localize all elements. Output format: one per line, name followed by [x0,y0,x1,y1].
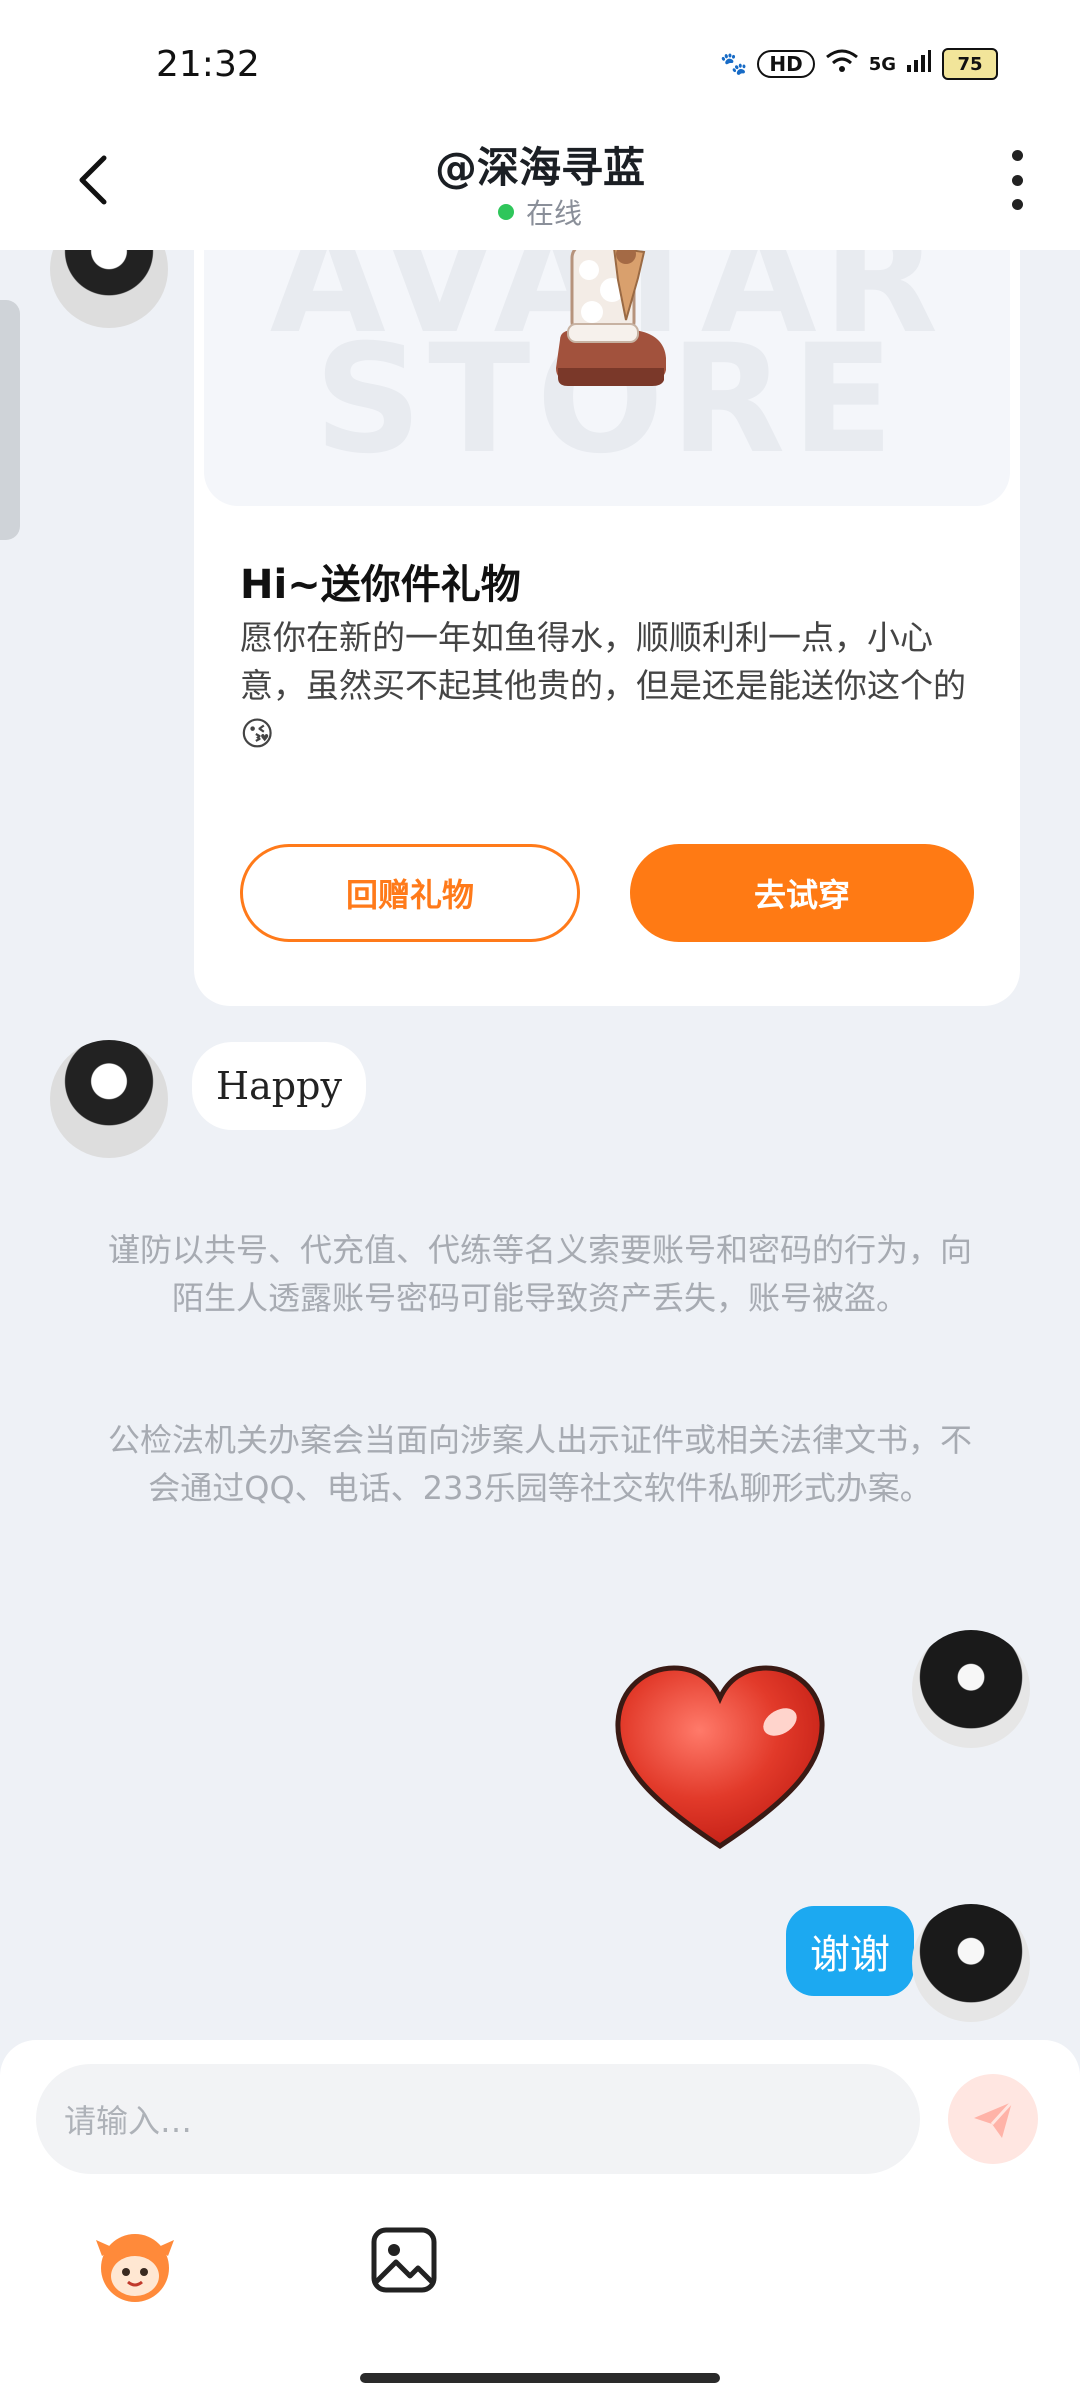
contact-avatar[interactable] [50,1040,168,1158]
more-dot [1011,174,1023,186]
network-label: 5G [868,53,896,75]
safety-notice-1: 谨防以共号、代充值、代练等名义索要账号和密码的行为，向陌生人透露账号密码可能导致… [107,1231,972,1317]
more-dot [1011,199,1023,210]
battery-indicator: 75 [942,48,998,80]
status-time: 21:32 [156,44,260,85]
gift-image: AVATAR STORE [204,250,1010,506]
my-avatar[interactable] [912,1630,1030,1748]
boots-gift-icon [556,250,666,386]
emoji-mascot-icon [96,2234,174,2302]
image-button[interactable] [370,2226,438,2294]
more-vertical-icon [1011,150,1023,161]
contact-avatar[interactable] [50,250,168,328]
online-status: 在线 [0,192,1080,232]
gift-title: Hi~送你件礼物 [240,562,521,608]
chat-header: @深海寻蓝 在线 [0,120,1080,250]
heart-sticker[interactable] [610,1660,830,1860]
gift-message-text: 愿你在新的一年如鱼得水，顺顺利利一点，小心意，虽然买不起其他贵的，但是还是能送你… [240,618,966,705]
online-dot-icon [497,204,514,220]
gift-card: AVATAR STORE Hi~送你件礼物 愿你在新的一年如鱼得水，顺顺利利一点… [194,250,1020,1006]
send-icon [974,2100,1014,2138]
input-area: 请输入… [0,2040,1080,2400]
send-button[interactable] [948,2074,1038,2164]
notification-icon: 🐾 [719,51,748,77]
hd-badge: HD [757,50,815,78]
more-options-button[interactable] [1002,150,1032,210]
scrollbar-handle[interactable] [0,300,20,540]
page-title: @深海寻蓝 [434,143,645,192]
home-indicator[interactable] [360,2373,720,2383]
image-icon [371,2227,437,2293]
my-avatar[interactable] [912,1904,1030,2022]
received-message-bubble[interactable]: Happy [192,1042,366,1130]
chat-message-list[interactable]: AVATAR STORE Hi~送你件礼物 愿你在新的一年如鱼得水，顺顺利利一点… [0,250,1080,2040]
signal-icon [906,49,932,79]
status-icons: 🐾 HD 5G 75 [720,48,998,80]
safety-notice-2: 公检法机关办案会当面向涉案人出示证件或相关法律文书，不会通过QQ、电话、233乐… [107,1421,972,1507]
emoji-button[interactable] [92,2222,178,2308]
message-input[interactable]: 请输入… [36,2064,920,2174]
try-on-button[interactable]: 去试穿 [630,844,974,942]
gift-message: 愿你在新的一年如鱼得水，顺顺利利一点，小心意，虽然买不起其他贵的，但是还是能送你… [240,614,970,758]
kiss-emoji: 😘 [240,714,275,753]
status-bar: 21:32 🐾 HD 5G 75 [0,0,1080,120]
heart-icon [615,1665,825,1849]
return-gift-button[interactable]: 回赠礼物 [240,844,580,942]
online-status-label: 在线 [525,197,582,230]
sent-message-bubble[interactable]: 谢谢 [786,1906,914,1996]
wifi-icon [825,49,859,79]
